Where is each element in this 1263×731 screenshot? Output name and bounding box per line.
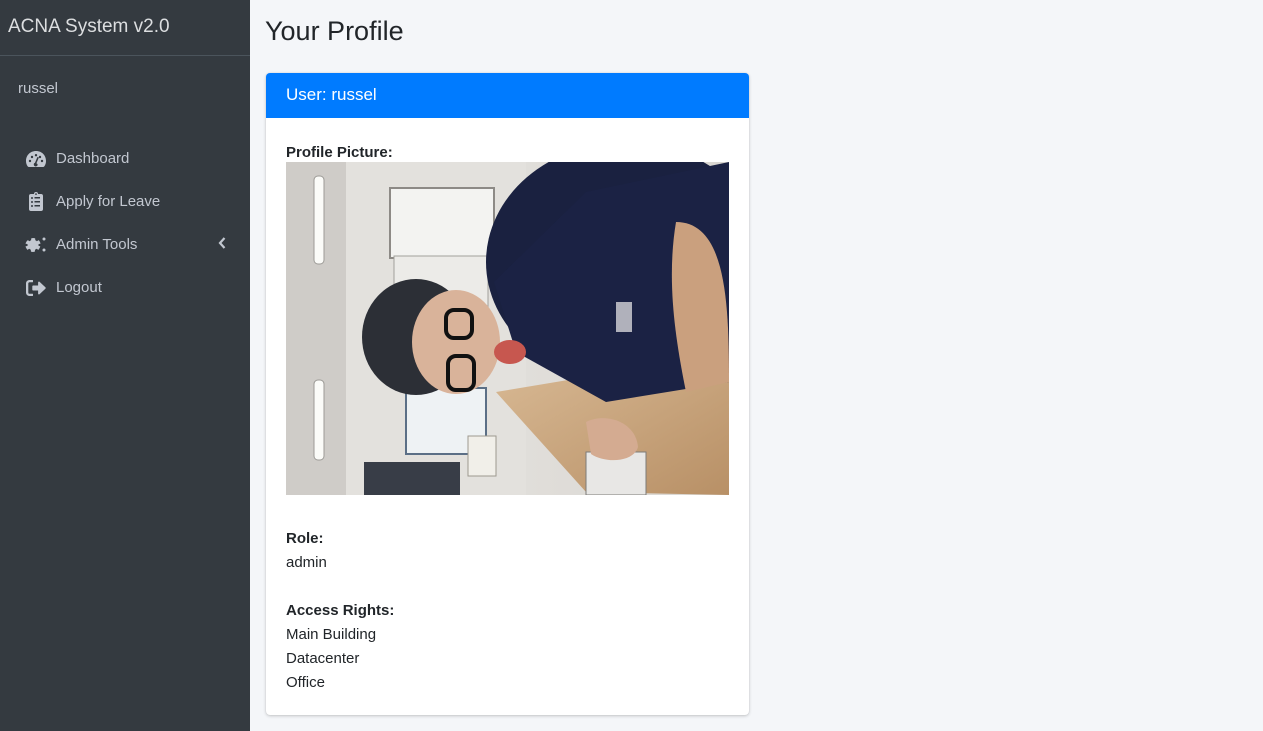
sidebar-item-logout[interactable]: Logout: [8, 266, 242, 309]
sidebar: ACNA System v2.0 russel Dashboard Apply …: [0, 0, 250, 731]
access-rights-label: Access Rights:: [286, 602, 395, 619]
role-value: admin: [286, 554, 327, 571]
sidebar-item-label: Apply for Leave: [56, 193, 161, 210]
sidebar-item-label: Dashboard: [56, 150, 130, 167]
sign-out-icon: [24, 278, 48, 298]
sidebar-item-apply-leave[interactable]: Apply for Leave: [8, 180, 242, 223]
clipboard-icon: [24, 192, 48, 212]
role-label: Role:: [286, 530, 324, 547]
access-right-item: Office: [286, 674, 325, 691]
card-body: Profile Picture: Role: admin Access Righ…: [266, 118, 749, 695]
access-right-item: Main Building: [286, 626, 377, 643]
tachometer-icon: [24, 149, 48, 169]
sidebar-item-label: Admin Tools: [56, 236, 138, 253]
main-content: Your Profile User: russel Profile Pictur…: [250, 0, 1263, 731]
brand-title[interactable]: ACNA System v2.0: [0, 0, 250, 56]
page-title: Your Profile: [265, 16, 404, 46]
sidebar-username[interactable]: russel: [0, 56, 250, 114]
card-header: User: russel: [266, 73, 749, 118]
profile-card: User: russel Profile Picture: Role: admi…: [266, 73, 749, 715]
access-right-item: Datacenter: [286, 650, 360, 667]
sidebar-item-admin-tools[interactable]: Admin Tools: [8, 223, 242, 266]
gears-icon: [24, 235, 48, 255]
chevron-left-icon: [218, 236, 226, 253]
profile-picture: [286, 162, 729, 495]
sidebar-nav: Dashboard Apply for Leave Admin Tools Lo…: [8, 137, 242, 309]
sidebar-item-dashboard[interactable]: Dashboard: [8, 137, 242, 180]
sidebar-item-label: Logout: [56, 279, 102, 296]
